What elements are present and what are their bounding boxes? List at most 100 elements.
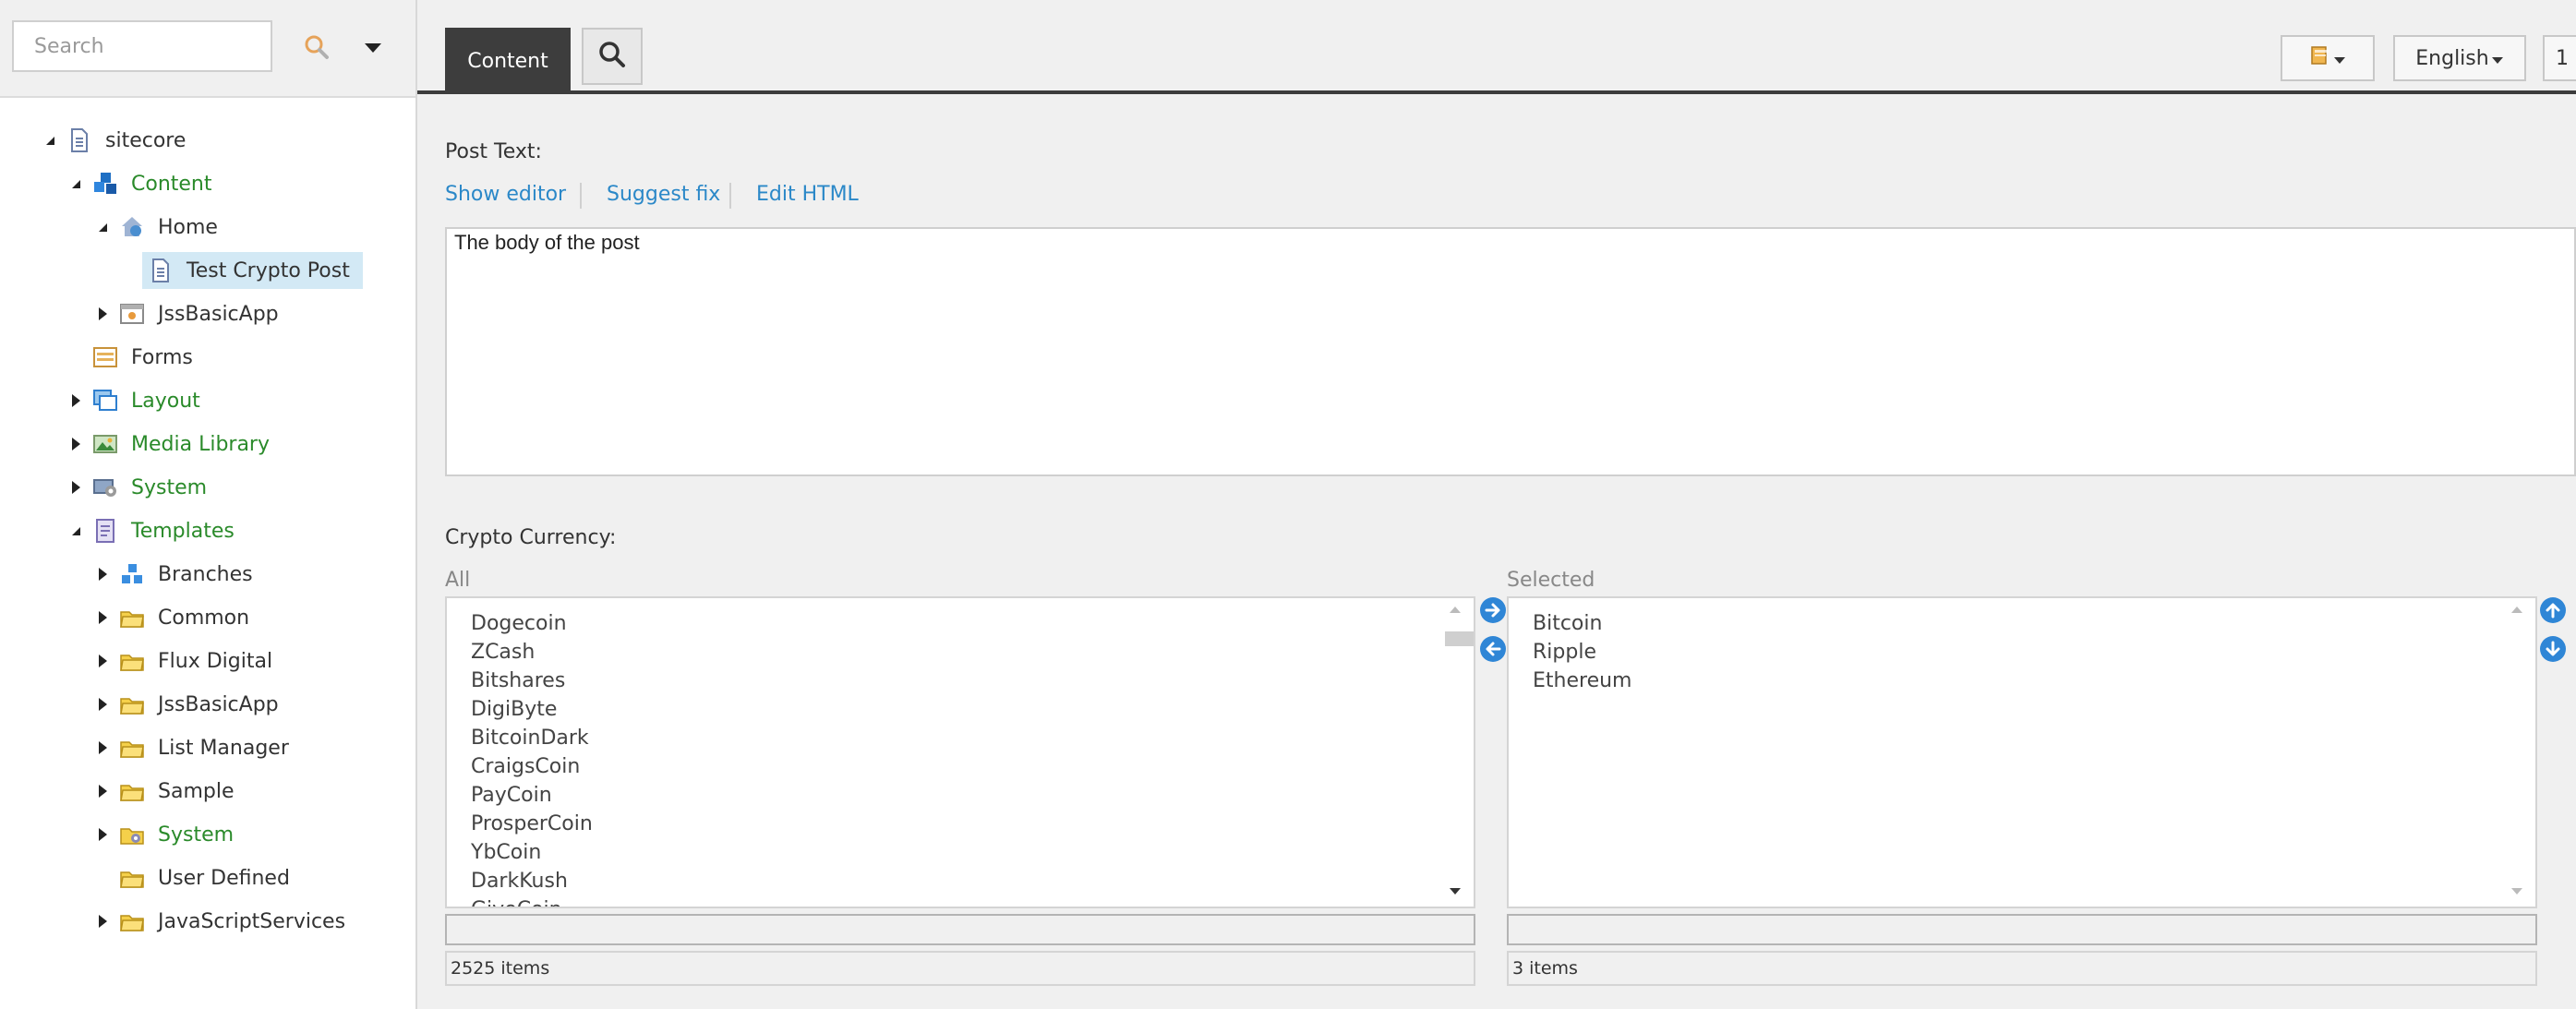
- list-item[interactable]: ZCash: [471, 638, 593, 667]
- list-item[interactable]: ProsperCoin: [471, 810, 593, 838]
- all-items-listbox[interactable]: Dogecoin ZCash Bitshares DigiByte Bitcoi…: [445, 596, 1475, 908]
- tree-node-flux-digital[interactable]: Flux Digital: [91, 643, 278, 679]
- tree-node-jssbasicapp[interactable]: JssBasicApp: [91, 295, 284, 332]
- selected-items-count: 3 items: [1507, 951, 2537, 986]
- tree-node-forms[interactable]: Forms: [65, 339, 199, 376]
- document-icon: [148, 258, 174, 283]
- tree-node-label: System: [131, 475, 208, 499]
- collapsed-arrow-icon[interactable]: [91, 563, 114, 585]
- list-item[interactable]: BitcoinDark: [471, 724, 593, 752]
- list-item[interactable]: Bitcoin: [1533, 609, 1631, 638]
- tree-node-media-library[interactable]: Media Library: [65, 426, 275, 462]
- folder-icon: [119, 648, 145, 674]
- post-text-editor[interactable]: The body of the post: [445, 227, 2576, 476]
- tree-node-label: Branches: [158, 562, 253, 586]
- home-globe-icon: [119, 214, 145, 240]
- tree-node-list-manager[interactable]: List Manager: [91, 729, 295, 766]
- tree-node-system-templates[interactable]: System: [91, 816, 239, 853]
- collapsed-arrow-icon[interactable]: [91, 780, 114, 802]
- expanded-arrow-icon[interactable]: [65, 173, 87, 195]
- tree-node-label: Test Crypto Post: [187, 258, 350, 282]
- folder-icon: [119, 605, 145, 631]
- tree-node-label: Media Library: [131, 432, 270, 456]
- selected-list-caption: Selected: [1507, 569, 1595, 592]
- remove-left-arrow-icon[interactable]: [1479, 635, 1507, 663]
- tree-node-templates[interactable]: Templates: [65, 512, 240, 549]
- version-menu-button[interactable]: [2281, 35, 2375, 81]
- expanded-arrow-icon[interactable]: [65, 520, 87, 542]
- collapsed-arrow-icon[interactable]: [65, 476, 87, 498]
- collapsed-arrow-icon[interactable]: [91, 910, 114, 932]
- collapsed-arrow-icon[interactable]: [91, 823, 114, 846]
- list-item[interactable]: DarkKush: [471, 867, 593, 895]
- collapsed-arrow-icon[interactable]: [65, 390, 87, 412]
- list-item[interactable]: Ethereum: [1533, 667, 1631, 695]
- content-cubes-icon: [92, 171, 118, 197]
- add-right-arrow-icon[interactable]: [1479, 596, 1507, 624]
- tree-node-layout[interactable]: Layout: [65, 382, 206, 419]
- collapsed-arrow-icon[interactable]: [91, 607, 114, 629]
- tree-node-sitecore[interactable]: sitecore: [39, 122, 191, 159]
- search-icon[interactable]: [301, 31, 338, 65]
- move-up-arrow-icon[interactable]: [2539, 596, 2567, 624]
- tree-node-jssbasicapp-template[interactable]: JssBasicApp: [91, 686, 284, 723]
- content-tree-sidebar: sitecore Content Home: [0, 0, 417, 1009]
- suggest-fix-link[interactable]: Suggest fix: [607, 183, 720, 206]
- list-item[interactable]: DigiByte: [471, 695, 593, 724]
- expanded-arrow-icon[interactable]: [39, 129, 61, 151]
- list-item[interactable]: YbCoin: [471, 838, 593, 867]
- show-editor-link[interactable]: Show editor: [445, 183, 566, 206]
- list-item[interactable]: Ripple: [1533, 638, 1631, 667]
- list-item[interactable]: PayCoin: [471, 781, 593, 810]
- all-items-count-text: 2525 items: [451, 958, 550, 979]
- tree-node-test-crypto-post[interactable]: Test Crypto Post: [142, 252, 363, 289]
- expanded-arrow-icon[interactable]: [91, 216, 114, 238]
- list-item[interactable]: CraigsCoin: [471, 752, 593, 781]
- all-list-scrollbar[interactable]: [1437, 598, 1474, 907]
- templates-icon: [92, 518, 118, 544]
- all-items-count: 2525 items: [445, 951, 1475, 986]
- tree-node-common[interactable]: Common: [91, 599, 255, 636]
- tree-node-sample[interactable]: Sample: [91, 773, 240, 810]
- folder-icon: [119, 735, 145, 761]
- tree-node-branches[interactable]: Branches: [91, 556, 259, 593]
- all-items-filter-input[interactable]: [445, 914, 1475, 945]
- tree-node-home[interactable]: Home: [91, 209, 223, 246]
- selected-items-listbox[interactable]: Bitcoin Ripple Ethereum: [1507, 596, 2537, 908]
- tree-node-label: Templates: [131, 519, 235, 543]
- language-select[interactable]: English: [2393, 35, 2526, 81]
- caret-down-icon[interactable]: [362, 37, 384, 59]
- collapsed-arrow-icon[interactable]: [65, 433, 87, 455]
- collapsed-arrow-icon[interactable]: [91, 737, 114, 759]
- folder-icon: [119, 865, 145, 891]
- all-list-caption: All: [445, 569, 471, 592]
- list-item[interactable]: GiveCoin: [471, 895, 593, 907]
- version-number-button[interactable]: 1: [2543, 35, 2576, 81]
- tree-node-label: Flux Digital: [158, 649, 273, 673]
- list-item[interactable]: Bitshares: [471, 667, 593, 695]
- search-input[interactable]: [12, 20, 272, 72]
- tree-node-javascriptservices[interactable]: JavaScriptServices: [91, 903, 351, 940]
- tree-node-system[interactable]: System: [65, 469, 212, 506]
- selected-items-filter-input[interactable]: [1507, 914, 2537, 945]
- version-number-label: 1: [2556, 46, 2569, 70]
- tree-node-label: System: [158, 823, 235, 847]
- system-folder-icon: [119, 822, 145, 847]
- all-items-list: Dogecoin ZCash Bitshares DigiByte Bitcoi…: [471, 609, 593, 907]
- folder-icon: [119, 908, 145, 934]
- move-down-arrow-icon[interactable]: [2539, 635, 2567, 663]
- collapsed-arrow-icon[interactable]: [91, 303, 114, 325]
- tree-node-label: Sample: [158, 779, 235, 803]
- selected-items-count-text: 3 items: [1512, 958, 1578, 979]
- collapsed-arrow-icon[interactable]: [91, 650, 114, 672]
- tree-search-bar: [0, 0, 415, 98]
- tree-node-label: JssBasicApp: [158, 692, 279, 716]
- list-item[interactable]: Dogecoin: [471, 609, 593, 638]
- edit-html-link[interactable]: Edit HTML: [756, 183, 859, 206]
- tree-node-user-defined[interactable]: User Defined: [91, 859, 295, 896]
- selected-list-scrollbar[interactable]: [2498, 598, 2535, 907]
- tab-content[interactable]: Content: [445, 28, 571, 94]
- tab-search[interactable]: [582, 28, 643, 85]
- tree-node-content[interactable]: Content: [65, 165, 218, 202]
- collapsed-arrow-icon[interactable]: [91, 693, 114, 715]
